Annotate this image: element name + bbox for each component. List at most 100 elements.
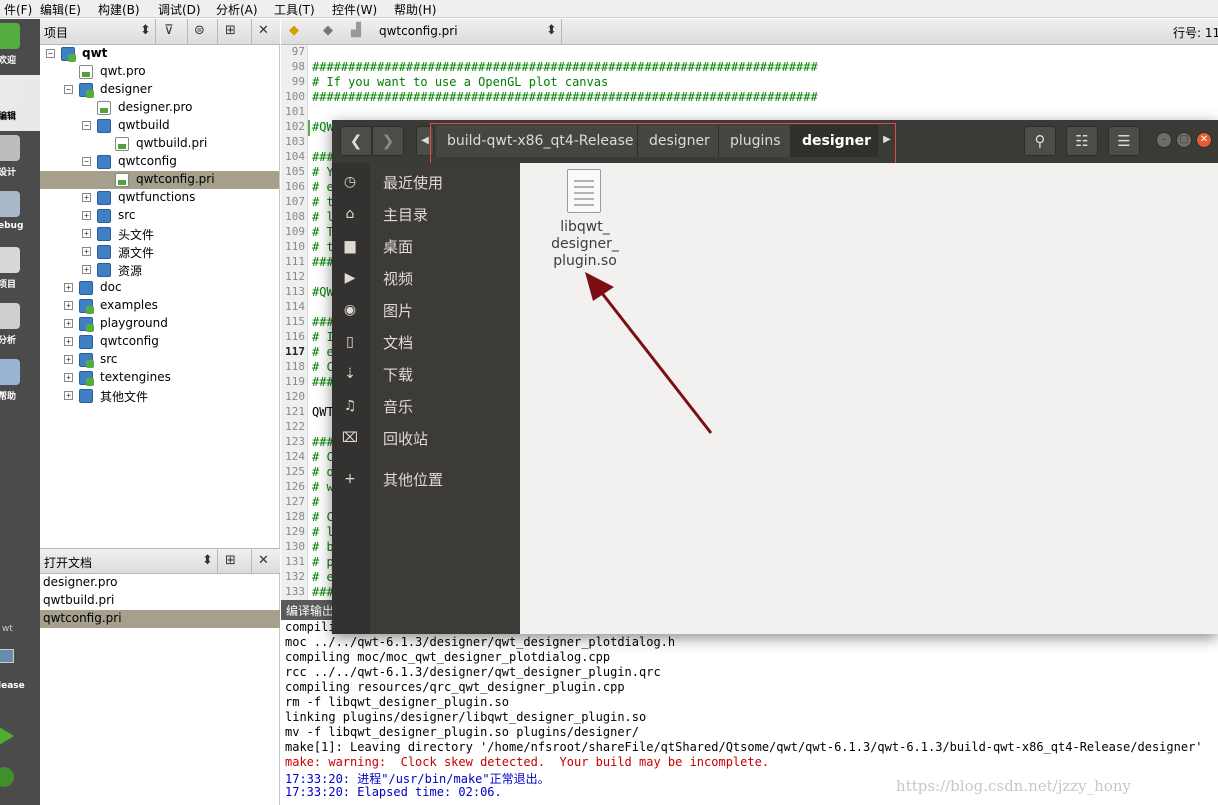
mode-analyze[interactable]: 分析 — [0, 299, 40, 355]
place-item[interactable]: ⌂ 主目录 — [332, 198, 520, 230]
run-icon[interactable] — [0, 725, 14, 747]
menu-item[interactable]: 构建(B) — [98, 1, 140, 18]
expand-icon[interactable]: + — [82, 265, 91, 274]
place-label: 下载 — [383, 366, 414, 384]
split-icon[interactable]: ⊞ — [225, 553, 236, 568]
expand-icon[interactable]: + — [82, 229, 91, 238]
code-line: # C — [312, 360, 334, 374]
line-number-gutter: 97 98 99 100 101 102 103 104 105 106 107 108 109 110 1… — [281, 45, 308, 600]
expand-icon[interactable]: + — [82, 247, 91, 256]
open-doc-item[interactable]: qwtconfig.pri — [40, 610, 280, 628]
collapse-icon[interactable]: − — [46, 49, 55, 58]
tree-item[interactable]: + 源文件 — [40, 243, 279, 261]
tree-item[interactable]: qwt.pro — [40, 63, 279, 81]
expand-icon[interactable]: + — [64, 391, 73, 400]
menu-item[interactable]: 帮助(H) — [394, 1, 436, 18]
tree-item[interactable]: + qwtconfig — [40, 333, 279, 351]
menu-item[interactable]: 工具(T) — [274, 1, 315, 18]
tree-item[interactable]: + examples — [40, 297, 279, 315]
close-icon[interactable]: ✕ — [258, 553, 269, 568]
view-toggle-button[interactable]: ☷ — [1066, 126, 1098, 156]
tree-item[interactable]: + 头文件 — [40, 225, 279, 243]
split-icon[interactable]: ⊞ — [225, 23, 236, 38]
project-icon — [61, 47, 76, 62]
place-item[interactable]: ◷ 最近使用 — [332, 166, 520, 198]
collapse-icon[interactable]: − — [82, 157, 91, 166]
editor-filename[interactable]: qwtconfig.pri — [379, 24, 458, 38]
tree-item-label: qwtfunctions — [118, 190, 196, 204]
maximize-button[interactable]: □ — [1176, 132, 1192, 148]
open-doc-item[interactable]: qwtbuild.pri — [40, 592, 280, 610]
place-item[interactable]: + 其他位置 — [332, 463, 520, 495]
tree-item[interactable]: qwtconfig.pri — [40, 171, 279, 189]
tree-item-label: qwt — [82, 46, 108, 60]
menu-item[interactable]: 分析(A) — [216, 1, 258, 18]
collapse-icon[interactable]: − — [64, 85, 73, 94]
open-doc-item[interactable]: designer.pro — [40, 574, 280, 592]
tree-item[interactable]: + src — [40, 207, 279, 225]
menu-item[interactable]: 调试(D) — [158, 1, 201, 18]
mode-qt-logo[interactable]: 欢迎 — [0, 19, 40, 75]
debug-run-icon[interactable] — [0, 767, 14, 787]
expand-icon[interactable]: + — [82, 211, 91, 220]
tree-item[interactable]: qwtbuild.pri — [40, 135, 279, 153]
expand-icon[interactable]: + — [82, 193, 91, 202]
place-item[interactable]: ♫ 音乐 — [332, 390, 520, 422]
close-window-button[interactable]: ✕ — [1196, 132, 1212, 148]
expand-icon[interactable]: + — [64, 355, 73, 364]
tree-item[interactable]: − qwt — [40, 45, 279, 63]
place-item[interactable]: ▯ 文档 — [332, 326, 520, 358]
tree-item[interactable]: − qwtconfig — [40, 153, 279, 171]
place-item[interactable]: ◉ 图片 — [332, 294, 520, 326]
close-icon[interactable]: ✕ — [258, 23, 269, 38]
view-select-arrow-icon[interactable]: ⬍ — [140, 23, 151, 38]
compile-output-title: 编译输出 — [286, 604, 335, 618]
mode-design[interactable]: 设计 — [0, 131, 40, 187]
tree-item[interactable]: + playground — [40, 315, 279, 333]
lock-icon: ▟ — [351, 23, 361, 38]
menu-item[interactable]: 件(F) — [4, 1, 32, 18]
back-button[interactable]: ❮ — [340, 126, 372, 156]
target-computer-icon[interactable] — [0, 649, 14, 663]
place-item[interactable]: ⌧ 回收站 — [332, 422, 520, 454]
tree-item[interactable]: − designer — [40, 81, 279, 99]
tree-item[interactable]: + doc — [40, 279, 279, 297]
place-item[interactable]: ⇣ 下载 — [332, 358, 520, 390]
tree-item[interactable]: + src — [40, 351, 279, 369]
line-number: 111 — [285, 255, 305, 268]
expand-icon[interactable]: + — [64, 283, 73, 292]
back-arrow-icon[interactable]: ◆ — [289, 23, 299, 38]
tree-item[interactable]: + 其他文件 — [40, 387, 279, 405]
mode-projects[interactable]: 项目 — [0, 243, 40, 299]
mode-help[interactable]: 帮助 — [0, 355, 40, 411]
tree-item[interactable]: + 资源 — [40, 261, 279, 279]
file-view[interactable]: libqwt_ designer_ plugin.so — [520, 163, 1218, 634]
file-select-arrow-icon[interactable]: ⬍ — [546, 23, 557, 38]
place-item[interactable]: ▆ 桌面 — [332, 230, 520, 262]
tree-item[interactable]: − qwtbuild — [40, 117, 279, 135]
expand-icon[interactable]: + — [64, 337, 73, 346]
filter-icon[interactable]: ⊽ — [164, 23, 174, 38]
view-select-arrow-icon[interactable]: ⬍ — [202, 553, 213, 568]
menu-button[interactable]: ☰ — [1108, 126, 1140, 156]
forward-button[interactable]: ❯ — [372, 126, 404, 156]
menu-item[interactable]: 控件(W) — [332, 1, 377, 18]
mode-debug[interactable]: ebug — [0, 187, 40, 243]
search-button[interactable]: ⚲ — [1024, 126, 1056, 156]
menu-bar: 件(F) 编辑(E) 构建(B) 调试(D) 分析(A) 工具(T) 控件(W) 帮助(H) — [0, 0, 1218, 18]
expand-icon[interactable]: + — [64, 301, 73, 310]
menu-item[interactable]: 编辑(E) — [40, 1, 81, 18]
minimize-button[interactable]: – — [1156, 132, 1172, 148]
tree-item[interactable]: designer.pro — [40, 99, 279, 117]
mode-edit[interactable]: 编辑 — [0, 75, 40, 131]
expand-icon[interactable]: + — [64, 319, 73, 328]
tree-item[interactable]: + textengines — [40, 369, 279, 387]
forward-arrow-icon[interactable]: ◆ — [323, 23, 333, 38]
mode-label: 分析 — [0, 336, 17, 346]
collapse-icon[interactable]: − — [82, 121, 91, 130]
expand-icon[interactable]: + — [64, 373, 73, 382]
tree-item[interactable]: + qwtfunctions — [40, 189, 279, 207]
link-editor-icon[interactable]: ⊜ — [194, 23, 205, 38]
place-item[interactable]: ▶ 视频 — [332, 262, 520, 294]
file-item[interactable]: libqwt_ designer_ plugin.so — [542, 169, 628, 269]
